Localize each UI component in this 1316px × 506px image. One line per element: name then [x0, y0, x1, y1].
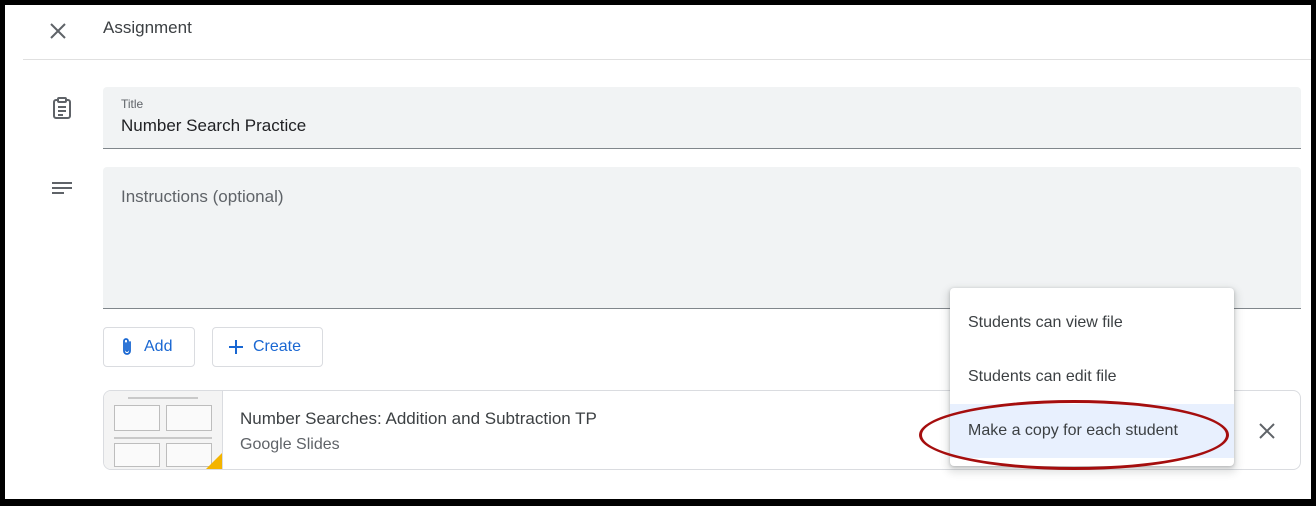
page-title: Assignment [103, 18, 192, 37]
share-options-menu: Students can view file Students can edit… [950, 288, 1234, 466]
paperclip-icon [120, 337, 134, 357]
add-button-label: Add [144, 338, 173, 355]
assignment-editor: Assignment Title Add Create [5, 5, 1311, 499]
close-icon [1259, 423, 1275, 439]
attachment-thumbnail [104, 391, 223, 469]
add-button[interactable]: Add [103, 327, 195, 367]
title-field[interactable]: Title [103, 87, 1301, 149]
create-button-label: Create [253, 338, 302, 355]
menu-item-make-copy[interactable]: Make a copy for each student [950, 404, 1234, 458]
attachment-title[interactable]: Number Searches: Addition and Subtractio… [240, 409, 597, 429]
assignment-clipboard-icon [53, 97, 71, 119]
menu-item-edit-file[interactable]: Students can edit file [950, 350, 1234, 404]
header-divider [23, 59, 1311, 60]
attachment-type: Google Slides [240, 436, 340, 453]
title-input[interactable] [121, 116, 1271, 136]
slides-corner-badge [204, 453, 222, 469]
close-dialog-button[interactable] [43, 16, 73, 46]
plus-icon [229, 340, 243, 354]
remove-attachment-button[interactable] [1252, 416, 1282, 446]
create-button[interactable]: Create [212, 327, 323, 367]
title-field-label: Title [121, 97, 144, 111]
close-icon [50, 23, 66, 39]
menu-item-view-file[interactable]: Students can view file [950, 296, 1234, 350]
notes-lines-icon [52, 182, 72, 194]
instructions-input[interactable] [121, 187, 1271, 287]
